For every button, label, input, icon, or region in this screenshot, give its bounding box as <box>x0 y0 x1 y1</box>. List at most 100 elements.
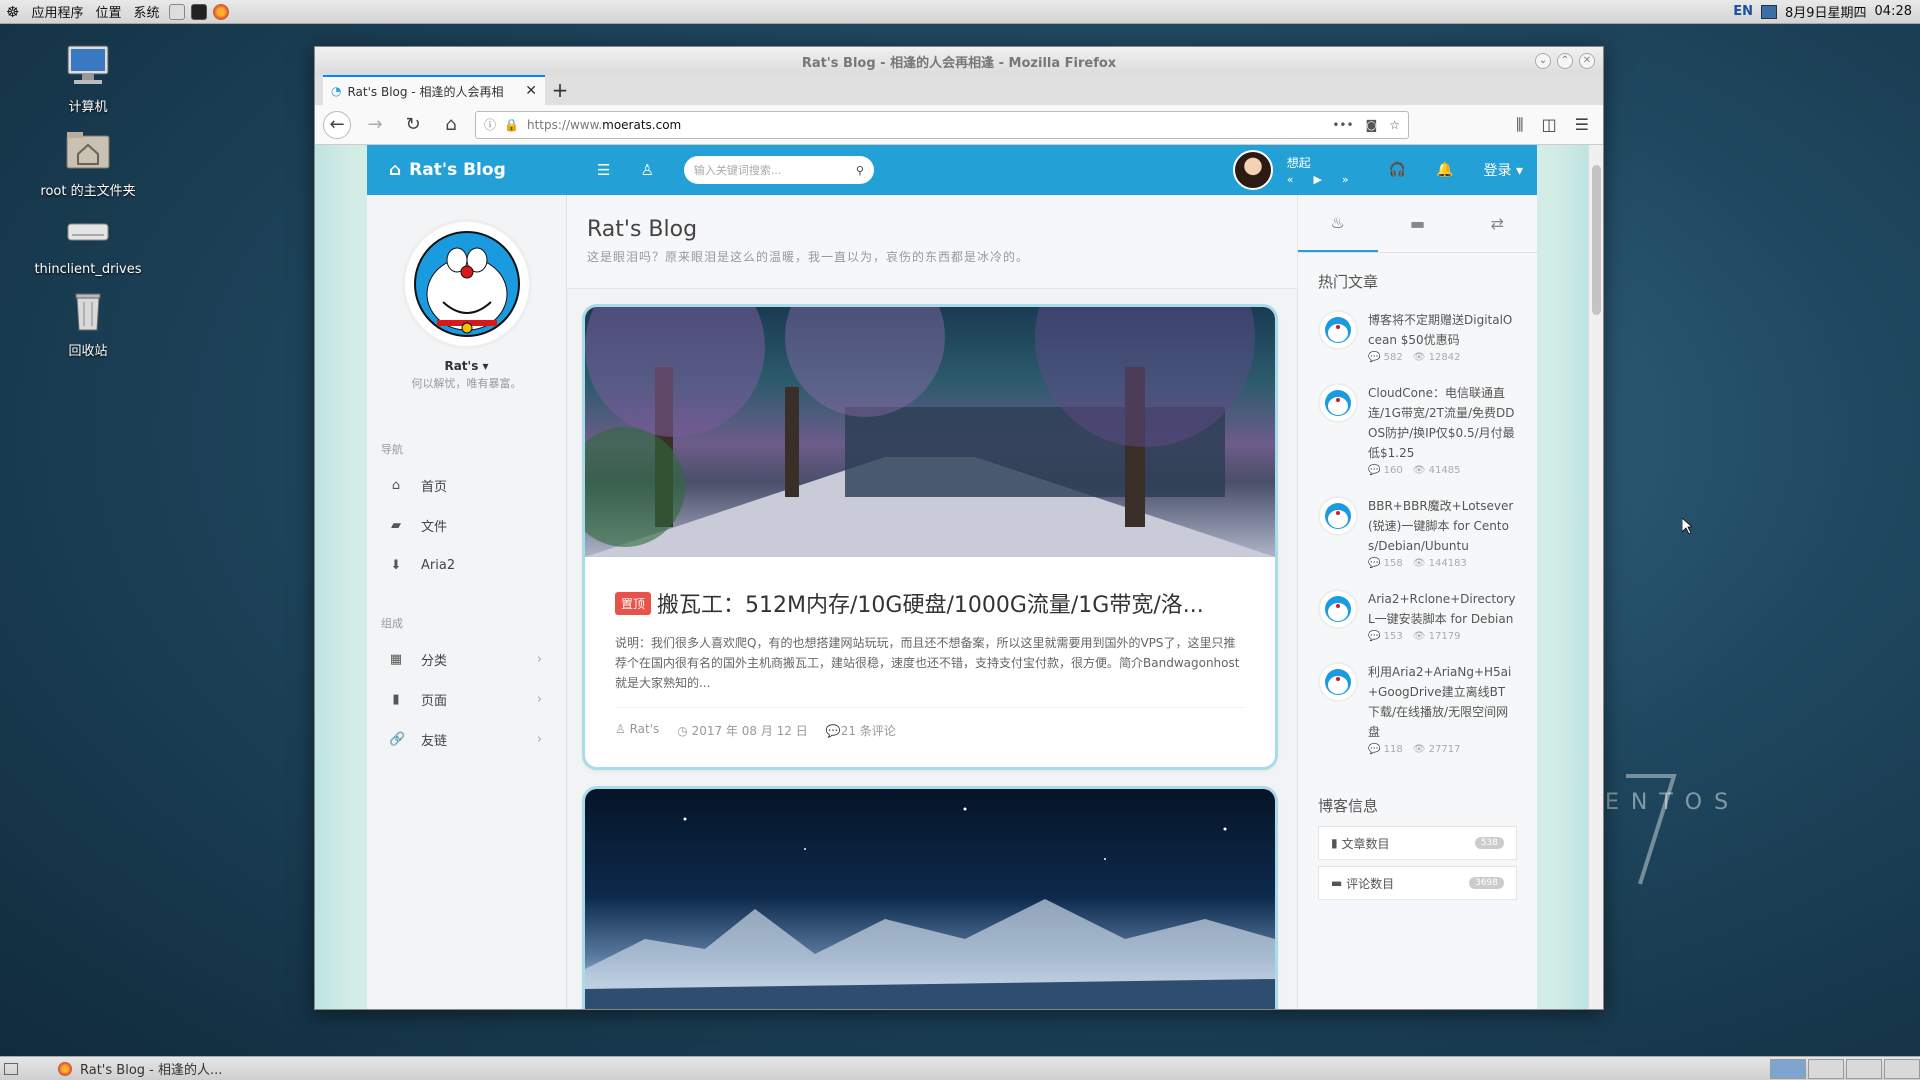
display-icon[interactable] <box>1760 4 1777 19</box>
tab-comments[interactable]: ▬ <box>1378 195 1458 252</box>
user-icon[interactable]: ♙ <box>640 161 653 179</box>
forward-button[interactable]: → <box>361 111 389 139</box>
prev-track-icon[interactable]: « <box>1287 173 1294 186</box>
info-icon[interactable]: ⓘ <box>484 116 496 133</box>
menu-places[interactable]: 位置 <box>89 2 127 21</box>
bookmark-star-icon[interactable]: ☆ <box>1389 118 1400 132</box>
headphones-icon[interactable]: 🎧 <box>1389 162 1406 178</box>
back-button[interactable]: ← <box>323 110 351 139</box>
nav-item-label: 友链 <box>421 733 448 749</box>
view-count: 👁 144183 <box>1413 558 1467 569</box>
user-name[interactable]: Rat's ▾ <box>367 359 566 373</box>
tab-random[interactable]: ⇄ <box>1457 195 1537 252</box>
nav-item-home[interactable]: ⌂ 首页 <box>367 465 566 505</box>
bell-icon[interactable]: 🔔 <box>1436 162 1453 178</box>
nav-item-label: 首页 <box>421 479 448 495</box>
view-count: 👁 41485 <box>1413 465 1461 476</box>
desktop-icon-computer[interactable]: 计算机 <box>28 44 148 115</box>
home-icon: ⌂ <box>391 477 401 493</box>
nav-item-categories[interactable]: ▦ 分类 › <box>367 639 566 679</box>
maximize-button[interactable]: ⌃ <box>1557 53 1573 69</box>
mouse-cursor-icon <box>1682 518 1692 534</box>
hot-post[interactable]: 博客将不定期赠送DigitalOcean $50优惠码 💬 582 👁 12842 <box>1298 302 1537 375</box>
desktop-icon-label: 回收站 <box>68 344 108 359</box>
keyboard-layout-indicator[interactable]: EN <box>1733 4 1753 19</box>
comment-icon: 💬 <box>1368 631 1381 642</box>
post-title-text[interactable]: 搬瓦工：512M内存/10G硬盘/1000G流量/1G带宽/洛... <box>657 587 1204 619</box>
post-cover-image[interactable] <box>585 307 1275 557</box>
hot-post[interactable]: 利用Aria2+AriaNg+H5ai+GoogDrive建立离线BT下载/在线… <box>1298 654 1537 767</box>
hamburger-menu-icon[interactable]: ☰ <box>1575 115 1589 135</box>
post-author[interactable]: ♙ Rat's <box>615 722 659 739</box>
nav-item-pages[interactable]: ▮ 页面 › <box>367 679 566 719</box>
pocket-icon[interactable]: ◙ <box>1366 118 1378 132</box>
home-button[interactable]: ⌂ <box>437 111 465 139</box>
url-bar[interactable]: ⓘ 🔒 https://www.moerats.com ••• ◙ ☆ <box>475 110 1409 139</box>
new-tab-button[interactable]: + <box>545 75 575 105</box>
search-input[interactable]: 输入关键词搜索... <box>694 162 782 178</box>
show-desktop-icon[interactable] <box>4 1062 18 1075</box>
minimize-button[interactable]: ⌄ <box>1535 53 1551 69</box>
list-menu-icon[interactable]: ☰ <box>597 161 610 179</box>
home-icon: ⌂ <box>389 160 402 180</box>
workspace-2[interactable] <box>1808 1058 1844 1079</box>
desktop-icon-drives[interactable]: thinclient_drives <box>28 210 148 277</box>
library-icon[interactable]: ⫼ <box>1516 115 1523 135</box>
workspace-4[interactable] <box>1884 1058 1920 1079</box>
player-avatar <box>1232 150 1273 190</box>
hot-post-title[interactable]: Aria2+Rclone+DirectoryL一键安装脚本 for Debian <box>1368 589 1517 629</box>
hot-post-title[interactable]: CloudCone：电信联通直连/1G带宽/2T流量/免费DDOS防护/换IP仅… <box>1368 383 1517 463</box>
chevron-right-icon: › <box>536 691 542 707</box>
nav-item-files[interactable]: ▰ 文件 <box>367 505 566 545</box>
sidebar-tabs: ♨ ▬ ⇄ <box>1298 195 1537 253</box>
page-actions-icon[interactable]: ••• <box>1332 118 1353 132</box>
scrollbar-thumb[interactable] <box>1592 165 1601 315</box>
top-panel: ☸ 应用程序 位置 系统 EN 8月9日星期四 04:28 <box>0 0 1920 24</box>
nav-item-links[interactable]: 🔗 友链 › <box>367 719 566 759</box>
menu-system[interactable]: 系统 <box>127 2 165 21</box>
taskbar-firefox[interactable]: Rat's Blog - 相逢的人... <box>58 1059 222 1078</box>
site-brand-label: Rat's Blog <box>409 160 506 180</box>
tab-hot[interactable]: ♨ <box>1298 195 1378 252</box>
post-cover-image-2[interactable] <box>585 789 1275 1009</box>
panel-date[interactable]: 8月9日星期四 <box>1785 2 1867 21</box>
post-card-2[interactable] <box>585 789 1275 1009</box>
post-title[interactable]: 置顶 搬瓦工：512M内存/10G硬盘/1000G流量/1G带宽/洛... <box>615 587 1245 619</box>
desktop-icon-home[interactable]: root 的主文件夹 <box>28 128 148 199</box>
site-search[interactable]: 输入关键词搜索... ⚲ <box>683 156 874 184</box>
close-window-button[interactable]: ✕ <box>1579 53 1595 69</box>
hot-post[interactable]: Aria2+Rclone+DirectoryL一键安装脚本 for Debian… <box>1298 581 1537 654</box>
workspace-3[interactable] <box>1846 1058 1882 1079</box>
doraemon-thumb-icon <box>1318 310 1358 350</box>
play-icon[interactable]: ▶ <box>1313 173 1321 186</box>
browser-tab[interactable]: ◔ Rat's Blog - 相逢的人会再相 ✕ <box>323 75 545 105</box>
text-editor-launcher-icon[interactable] <box>168 3 185 20</box>
sidebar-toggle-icon[interactable]: ◫ <box>1542 115 1557 135</box>
post-comments[interactable]: 💬21 条评论 <box>826 722 896 739</box>
site-brand[interactable]: ⌂ Rat's Blog <box>367 160 567 180</box>
menu-applications[interactable]: 应用程序 <box>25 2 89 21</box>
panel-time[interactable]: 04:28 <box>1875 4 1912 19</box>
hot-post-title[interactable]: 利用Aria2+AriaNg+H5ai+GoogDrive建立离线BT下载/在线… <box>1368 662 1517 742</box>
gnome-foot-icon[interactable]: ☸ <box>0 3 25 21</box>
hot-post[interactable]: BBR+BBR魔改+Lotsever(锐速)一键脚本 for Centos/De… <box>1298 488 1537 581</box>
post-card[interactable]: 置顶 搬瓦工：512M内存/10G硬盘/1000G流量/1G带宽/洛... 说明… <box>585 307 1275 767</box>
desktop-icon-trash[interactable]: 回收站 <box>28 288 148 359</box>
user-name-label: Rat's <box>444 359 479 373</box>
terminal-launcher-icon[interactable] <box>190 3 207 20</box>
page-viewport: ⌂ Rat's Blog ☰ ♙ 输入关键词搜索... ⚲ 想起 « ▶ » 🎧… <box>315 145 1589 1009</box>
login-dropdown[interactable]: 登录 ▾ <box>1484 160 1523 180</box>
nav-item-aria2[interactable]: ⬇ Aria2 <box>367 545 566 585</box>
hot-post-title[interactable]: 博客将不定期赠送DigitalOcean $50优惠码 <box>1368 310 1517 350</box>
hot-post[interactable]: CloudCone：电信联通直连/1G带宽/2T流量/免费DDOS防护/换IP仅… <box>1298 375 1537 488</box>
hot-post-title[interactable]: BBR+BBR魔改+Lotsever(锐速)一键脚本 for Centos/De… <box>1368 496 1517 556</box>
next-track-icon[interactable]: » <box>1342 173 1349 186</box>
firefox-launcher-icon[interactable] <box>212 3 229 20</box>
user-avatar[interactable] <box>401 219 532 349</box>
reload-button[interactable]: ↻ <box>399 111 427 139</box>
page-scrollbar[interactable] <box>1588 145 1603 1009</box>
workspace-1[interactable] <box>1770 1058 1806 1079</box>
search-icon[interactable]: ⚲ <box>856 164 864 177</box>
tab-close-icon[interactable]: ✕ <box>525 83 537 99</box>
window-titlebar[interactable]: Rat's Blog - 相逢的人会再相逢 - Mozilla Firefox … <box>315 47 1603 75</box>
